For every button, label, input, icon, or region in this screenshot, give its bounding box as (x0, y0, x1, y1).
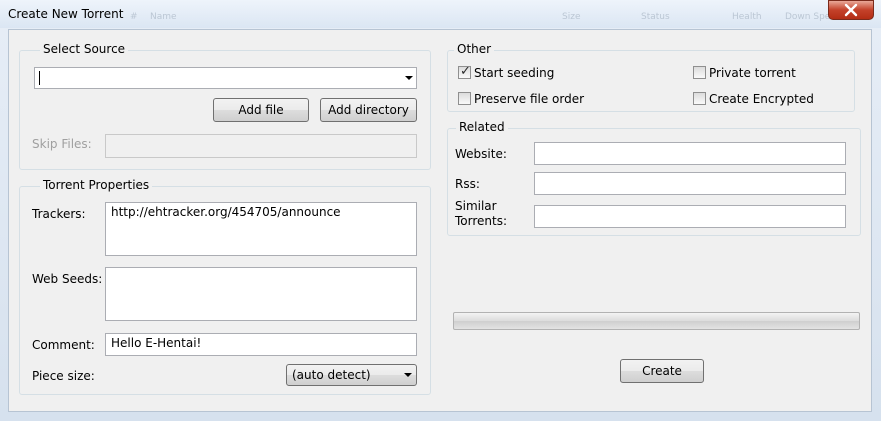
private-torrent-checkbox[interactable] (693, 66, 706, 79)
other-legend: Other (454, 42, 495, 56)
select-source-group: Select Source Add file Add directory Ski… (19, 42, 431, 170)
web-seeds-label: Web Seeds: (32, 272, 103, 286)
add-directory-button[interactable]: Add directory (320, 98, 417, 122)
web-seeds-textarea[interactable] (105, 267, 417, 321)
checkmark-icon: ✓ (460, 64, 471, 79)
bg-col-name: Name (150, 12, 177, 22)
private-torrent-label[interactable]: Private torrent (709, 66, 796, 80)
create-encrypted-checkbox[interactable] (693, 92, 706, 105)
create-torrent-window: # Name Size Status Health Down Speed Cre… (0, 0, 881, 421)
add-file-button[interactable]: Add file (213, 98, 309, 122)
rss-input[interactable] (534, 172, 846, 195)
similar-torrents-label: Similar Torrents: (455, 199, 507, 229)
torrent-properties-legend: Torrent Properties (40, 178, 153, 192)
create-button[interactable]: Create (620, 359, 704, 383)
text-caret (39, 71, 40, 85)
start-seeding-checkbox[interactable]: ✓ (458, 64, 471, 79)
source-path-combo[interactable] (34, 67, 417, 89)
select-source-legend: Select Source (40, 42, 129, 56)
piece-size-label: Piece size: (32, 369, 95, 383)
rss-label: Rss: (455, 177, 480, 191)
dialog-client-area: Select Source Add file Add directory Ski… (8, 29, 872, 412)
progress-bar (453, 312, 860, 330)
close-button[interactable] (828, 0, 874, 20)
website-label: Website: (455, 147, 507, 161)
bg-col-status: Status (641, 12, 670, 22)
comment-input[interactable]: Hello E-Hentai! (105, 333, 417, 356)
close-icon (844, 3, 858, 17)
preserve-file-order-label[interactable]: Preserve file order (474, 92, 584, 106)
skip-files-input[interactable] (105, 134, 417, 158)
similar-torrents-label-line1: Similar (455, 199, 497, 213)
bg-col-health: Health (732, 12, 762, 22)
trackers-textarea[interactable]: http://ehtracker.org/454705/announce (105, 202, 417, 256)
bg-col-size: Size (562, 12, 581, 22)
trackers-label: Trackers: (32, 207, 86, 221)
similar-torrents-input[interactable] (534, 205, 846, 228)
window-title: Create New Torrent (8, 7, 124, 21)
piece-size-select[interactable]: (auto detect) (286, 364, 417, 386)
related-legend: Related (456, 120, 508, 134)
background-column-headers: # Name Size Status Health Down Speed (120, 12, 842, 24)
torrent-properties-group: Torrent Properties Trackers: http://ehtr… (19, 178, 431, 395)
bg-col-number: # (130, 12, 138, 22)
comment-label: Comment: (32, 338, 95, 352)
piece-size-value: (auto detect) (292, 368, 371, 382)
start-seeding-label[interactable]: Start seeding (474, 66, 554, 80)
other-group: Other ✓ Start seeding Preserve file orde… (447, 42, 855, 112)
website-input[interactable] (534, 142, 846, 165)
create-encrypted-label[interactable]: Create Encrypted (709, 92, 814, 106)
chevron-down-icon[interactable] (405, 76, 413, 80)
preserve-file-order-checkbox[interactable] (458, 92, 471, 105)
skip-files-label: Skip Files: (32, 137, 92, 151)
title-bar[interactable]: # Name Size Status Health Down Speed Cre… (0, 0, 881, 28)
related-group: Related Website: Rss: Similar Torrents: (447, 120, 861, 236)
chevron-down-icon (404, 373, 412, 377)
similar-torrents-label-line2: Torrents: (455, 214, 508, 228)
